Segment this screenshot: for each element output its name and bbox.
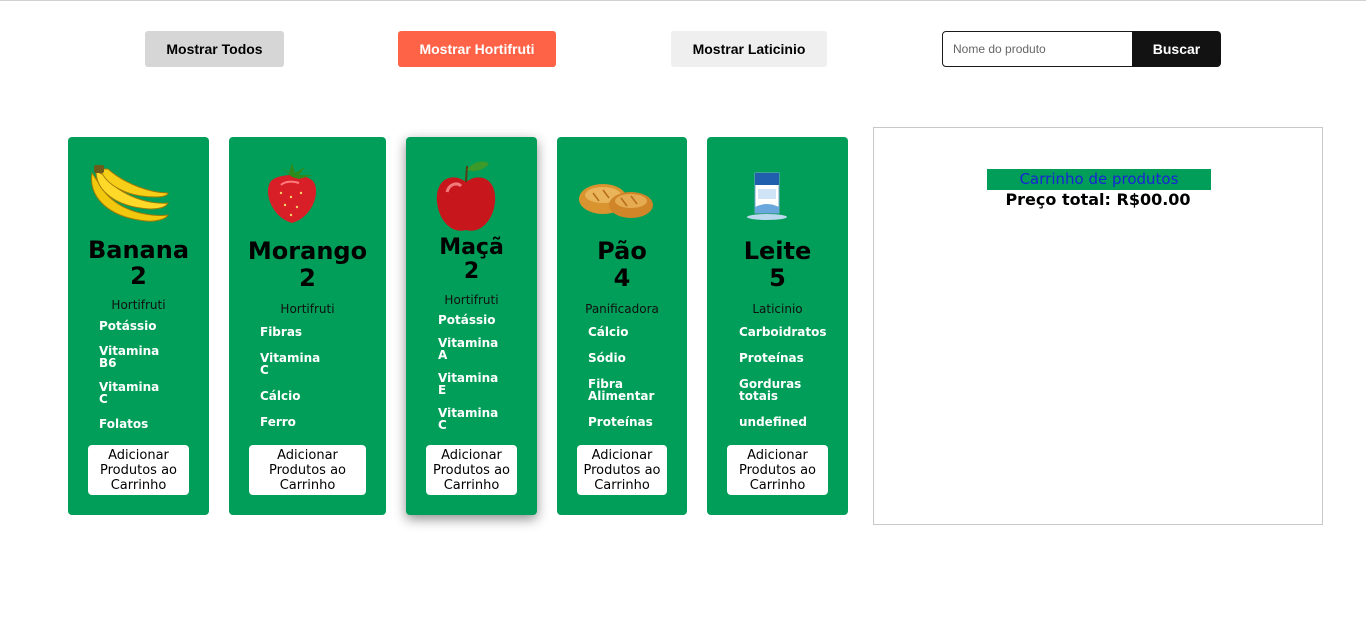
bread-icon (579, 184, 653, 218)
product-category: Hortifruti (280, 302, 335, 316)
nutrient-item: Cálcio (260, 389, 301, 403)
nutrient-item: Vitamina A (438, 336, 499, 362)
product-card-leite: Leite 5 Laticinio Carboidratos Proteínas… (707, 137, 848, 515)
add-to-cart-button[interactable]: Adicionar Produtos ao Carrinho (426, 445, 517, 495)
product-card-morango: Morango 2 Hortifruti Fibras Vitamina C C… (229, 137, 386, 515)
product-category: Laticinio (752, 302, 803, 316)
nutrient-item: Ferro (260, 415, 296, 429)
product-card-pao: Pão 4 Panificadora Cálcio Sódio Fibra Al… (557, 137, 687, 515)
cart-title: Carrinho de produtos (987, 169, 1211, 190)
product-category: Panificadora (585, 302, 659, 316)
nutrient-item: Proteínas (588, 415, 653, 429)
product-category: Hortifruti (111, 298, 166, 312)
search-button[interactable]: Buscar (1132, 31, 1221, 67)
add-to-cart-button[interactable]: Adicionar Produtos ao Carrinho (577, 445, 667, 495)
nutrient-item: Potássio (99, 319, 157, 333)
product-card-maca: Maçã 2 Hortifruti Potássio Vitamina A Vi… (406, 137, 537, 515)
nutrient-item: Proteínas (739, 351, 804, 365)
product-name: Banana (87, 236, 190, 264)
product-category: Hortifruti (444, 293, 499, 307)
nutrient-item: Carboidratos (739, 325, 827, 339)
top-divider (0, 0, 1366, 1)
add-to-cart-button[interactable]: Adicionar Produtos ao Carrinho (88, 445, 189, 495)
show-hortifruti-button[interactable]: Mostrar Hortifruti (398, 31, 556, 67)
nutrient-item: Potássio (438, 313, 496, 327)
nutrient-item: Vitamina B6 (99, 344, 160, 370)
product-name: Morango (247, 237, 368, 265)
nutrient-item: Folatos (99, 417, 149, 431)
nutrient-item: Vitamina C (260, 351, 321, 377)
strawberry-icon (267, 163, 317, 223)
cart-panel: Carrinho de produtos Preço total: R$00.0… (873, 127, 1323, 525)
product-name: Maçã (439, 235, 504, 260)
nutrient-item: Fibras (260, 325, 303, 339)
add-to-cart-button[interactable]: Adicionar Produtos ao Carrinho (727, 445, 828, 495)
product-price: 2 (130, 262, 147, 290)
add-to-cart-button[interactable]: Adicionar Produtos ao Carrinho (249, 445, 366, 495)
apple-icon (436, 161, 496, 231)
product-price: 2 (299, 264, 316, 292)
show-laticinio-button[interactable]: Mostrar Laticinio (671, 31, 827, 67)
product-card-banana: Banana 2 Hortifruti Potássio Vitamina B6… (68, 137, 209, 515)
product-price: 5 (769, 264, 786, 292)
product-price: 4 (613, 264, 631, 292)
search-input[interactable] (942, 31, 1133, 67)
nutrient-item: Vitamina E (438, 371, 499, 397)
product-name: Leite (743, 237, 812, 265)
nutrient-item: undefined (739, 415, 807, 429)
show-all-button[interactable]: Mostrar Todos (145, 31, 284, 67)
product-price: 2 (463, 259, 480, 284)
banana-icon (90, 165, 169, 222)
nutrient-item: Vitamina C (438, 406, 499, 432)
nutrient-item: Gorduras totais (739, 377, 802, 403)
product-name: Pão (597, 237, 647, 265)
milk-carton-icon (747, 172, 787, 220)
nutrient-item: Vitamina C (99, 380, 160, 406)
cart-total-price: Preço total: R$00.00 (1005, 190, 1191, 209)
nutrient-item: Fibra Alimentar (588, 377, 655, 403)
nutrient-item: Cálcio (588, 325, 629, 339)
nutrient-item: Sódio (588, 351, 626, 365)
